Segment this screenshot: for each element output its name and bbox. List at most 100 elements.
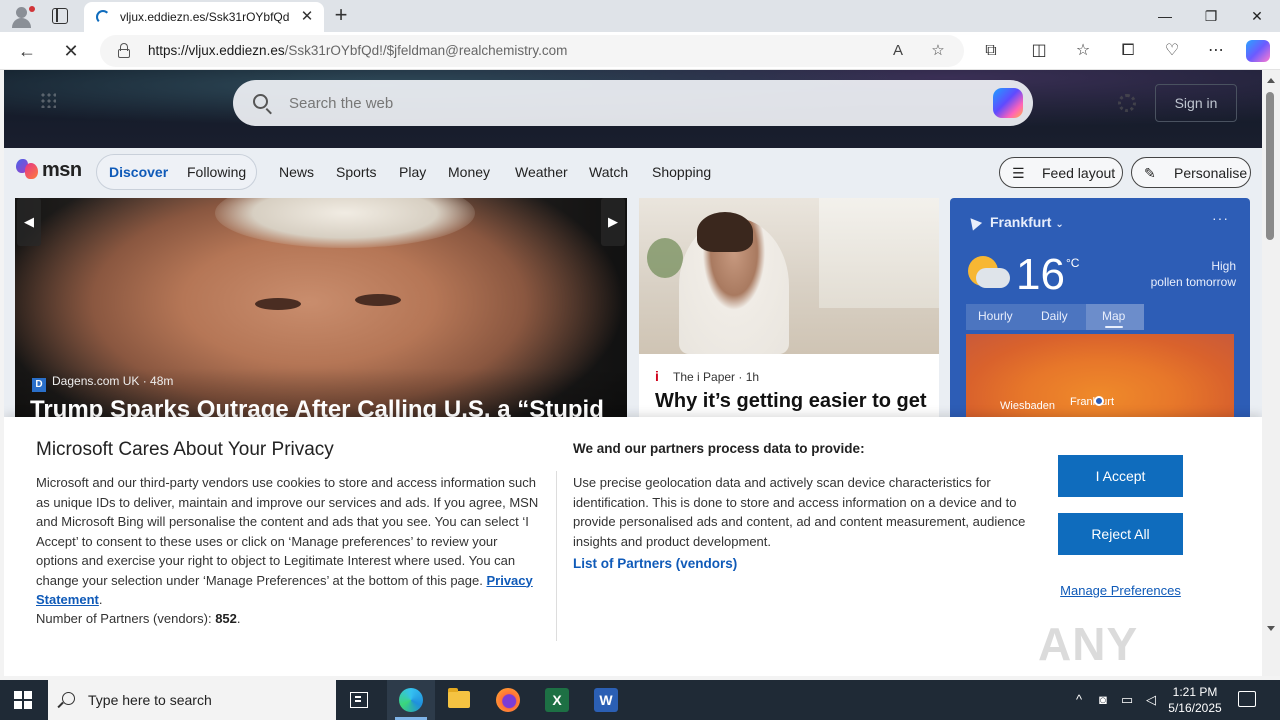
- browser-essentials-icon[interactable]: ♡: [1161, 40, 1183, 62]
- collections-icon[interactable]: ⧠: [1117, 40, 1139, 62]
- profile-icon[interactable]: [8, 4, 36, 28]
- news-source: i The i Paper · 1h: [655, 368, 760, 384]
- carousel-next-button[interactable]: ▶: [601, 198, 625, 246]
- taskbar-search-input[interactable]: Type here to search: [88, 692, 212, 708]
- feed-toggle: Discover Following: [96, 154, 257, 190]
- purposes-body: Use precise geolocation data and activel…: [573, 475, 1026, 549]
- stop-loading-button[interactable]: ✕: [60, 40, 82, 62]
- url-text[interactable]: https://vljux.eddiezn.es/Ssk31rOYbfQd!/$…: [148, 43, 567, 58]
- copilot-search-icon[interactable]: [993, 88, 1023, 118]
- task-view-icon: [350, 692, 368, 708]
- network-icon[interactable]: ▭: [1118, 691, 1136, 709]
- chevron-down-icon: ⌄: [1055, 219, 1064, 230]
- tab-daily[interactable]: Daily: [1041, 309, 1068, 323]
- search-input[interactable]: Search the web: [289, 95, 393, 112]
- anyrun-watermark: ANY RUN: [1038, 618, 1140, 676]
- location-arrow-icon: [965, 214, 983, 231]
- list-of-partners-link[interactable]: List of Partners (vendors): [573, 556, 737, 571]
- privacy-consent-banner: Microsoft Cares About Your Privacy Micro…: [4, 417, 1262, 676]
- taskbar-firefox[interactable]: [484, 680, 532, 720]
- meet-now-icon[interactable]: ◙: [1094, 691, 1112, 709]
- tab-discover[interactable]: Discover: [109, 164, 168, 180]
- restore-button[interactable]: ❐: [1188, 0, 1234, 32]
- volume-icon[interactable]: ◁: [1142, 691, 1160, 709]
- loading-spinner-icon: [96, 10, 110, 24]
- scrollbar-thumb[interactable]: [1266, 92, 1274, 240]
- nav-link-watch[interactable]: Watch: [589, 164, 628, 180]
- nav-link-sports[interactable]: Sports: [336, 164, 376, 180]
- location-marker-icon: [1094, 396, 1104, 406]
- minimize-button[interactable]: —: [1142, 0, 1188, 32]
- nav-link-money[interactable]: Money: [448, 164, 490, 180]
- active-tab[interactable]: vljux.eddiezn.es/Ssk31rOYbfQd!/ ✕: [84, 2, 324, 32]
- system-clock[interactable]: 1:21 PM 5/16/2025: [1162, 684, 1228, 716]
- nav-link-weather[interactable]: Weather: [515, 164, 568, 180]
- show-hidden-icons-chevron-icon[interactable]: ^: [1070, 691, 1088, 709]
- folder-icon: [448, 688, 470, 708]
- read-aloud-icon[interactable]: A: [888, 41, 908, 61]
- firefox-icon: [496, 688, 520, 712]
- news-photo: [639, 198, 939, 354]
- source-logo-icon: D: [32, 378, 46, 392]
- nav-link-news[interactable]: News: [279, 164, 314, 180]
- tab-following[interactable]: Following: [187, 164, 246, 180]
- favorites-icon[interactable]: ☆: [1072, 40, 1094, 62]
- apps-grid-icon[interactable]: [40, 92, 56, 108]
- page-scrollbar[interactable]: [1262, 70, 1280, 676]
- tab-actions-icon[interactable]: [52, 8, 68, 24]
- taskbar-word[interactable]: W: [582, 680, 630, 720]
- close-window-button[interactable]: ✕: [1234, 0, 1280, 32]
- task-view-button[interactable]: [336, 680, 384, 720]
- settings-gear-icon[interactable]: [1118, 94, 1136, 112]
- nav-link-shopping[interactable]: Shopping: [652, 164, 711, 180]
- taskbar-edge[interactable]: [387, 680, 435, 720]
- taskbar-file-explorer[interactable]: [435, 680, 483, 720]
- search-icon: [253, 94, 268, 109]
- map-label-frankfurt: Frankfurt: [1070, 396, 1115, 408]
- feed-layout-button[interactable]: ☰ Feed layout: [999, 157, 1123, 188]
- accept-button[interactable]: I Accept: [1058, 455, 1183, 497]
- windows-taskbar: Type here to search X W ^ ◙ ▭ ◁ 1:21 PM 5…: [0, 680, 1280, 720]
- nav-link-play[interactable]: Play: [399, 164, 426, 180]
- story-source: D Dagens.com UK · 48m: [32, 374, 173, 392]
- split-screen-icon[interactable]: ◫: [1028, 40, 1050, 62]
- tab-strip: vljux.eddiezn.es/Ssk31rOYbfQd!/ ✕ + — ❐ …: [0, 0, 1280, 32]
- news-headline[interactable]: Why it’s getting easier to get: [655, 390, 927, 413]
- weather-location[interactable]: Frankfurt ⌄: [965, 214, 1064, 231]
- tab-map[interactable]: Map: [1102, 309, 1125, 323]
- scroll-up-icon[interactable]: [1267, 78, 1275, 83]
- web-search-box[interactable]: Search the web: [233, 80, 1033, 126]
- scroll-down-icon[interactable]: [1267, 626, 1275, 631]
- tab-hourly[interactable]: Hourly: [978, 309, 1013, 323]
- tab-close-button[interactable]: ✕: [298, 8, 316, 26]
- sign-in-button[interactable]: Sign in: [1155, 84, 1237, 122]
- temperature-unit[interactable]: °C: [1066, 256, 1079, 270]
- partners-count: Number of Partners (vendors): 852.: [36, 611, 241, 626]
- extensions-icon[interactable]: ⧉: [980, 40, 1002, 62]
- more-options-icon[interactable]: ···: [1212, 210, 1229, 226]
- new-tab-button[interactable]: +: [330, 4, 352, 28]
- manage-preferences-link[interactable]: Manage Preferences: [1058, 583, 1183, 598]
- msn-logo[interactable]: msn: [16, 156, 86, 186]
- word-icon: W: [594, 688, 618, 712]
- purposes-title: We and our partners process data to prov…: [573, 441, 865, 456]
- reject-all-button[interactable]: Reject All: [1058, 513, 1183, 555]
- i-paper-logo-icon: i: [655, 368, 659, 384]
- personalise-button[interactable]: ✎ Personalise: [1131, 157, 1251, 188]
- pollen-alert[interactable]: High pollen tomorrow: [1132, 258, 1236, 290]
- taskbar-excel[interactable]: X: [533, 680, 581, 720]
- back-button[interactable]: ←: [16, 40, 38, 62]
- tab-title: vljux.eddiezn.es/Ssk31rOYbfQd!/: [120, 10, 290, 24]
- taskbar-search-box[interactable]: Type here to search: [48, 680, 336, 720]
- butterfly-icon: [16, 159, 40, 181]
- lock-icon[interactable]: [118, 43, 130, 58]
- notification-center-icon[interactable]: [1238, 691, 1256, 707]
- windows-start-icon[interactable]: [14, 691, 32, 709]
- favorite-star-icon[interactable]: ☆: [928, 41, 948, 61]
- carousel-prev-button[interactable]: ◀: [17, 198, 41, 246]
- search-icon: [62, 692, 75, 705]
- more-options-icon[interactable]: ⋯: [1205, 40, 1227, 62]
- copilot-icon[interactable]: [1246, 40, 1270, 62]
- address-bar[interactable]: https://vljux.eddiezn.es/Ssk31rOYbfQd!/$…: [100, 35, 964, 67]
- excel-icon: X: [545, 688, 569, 712]
